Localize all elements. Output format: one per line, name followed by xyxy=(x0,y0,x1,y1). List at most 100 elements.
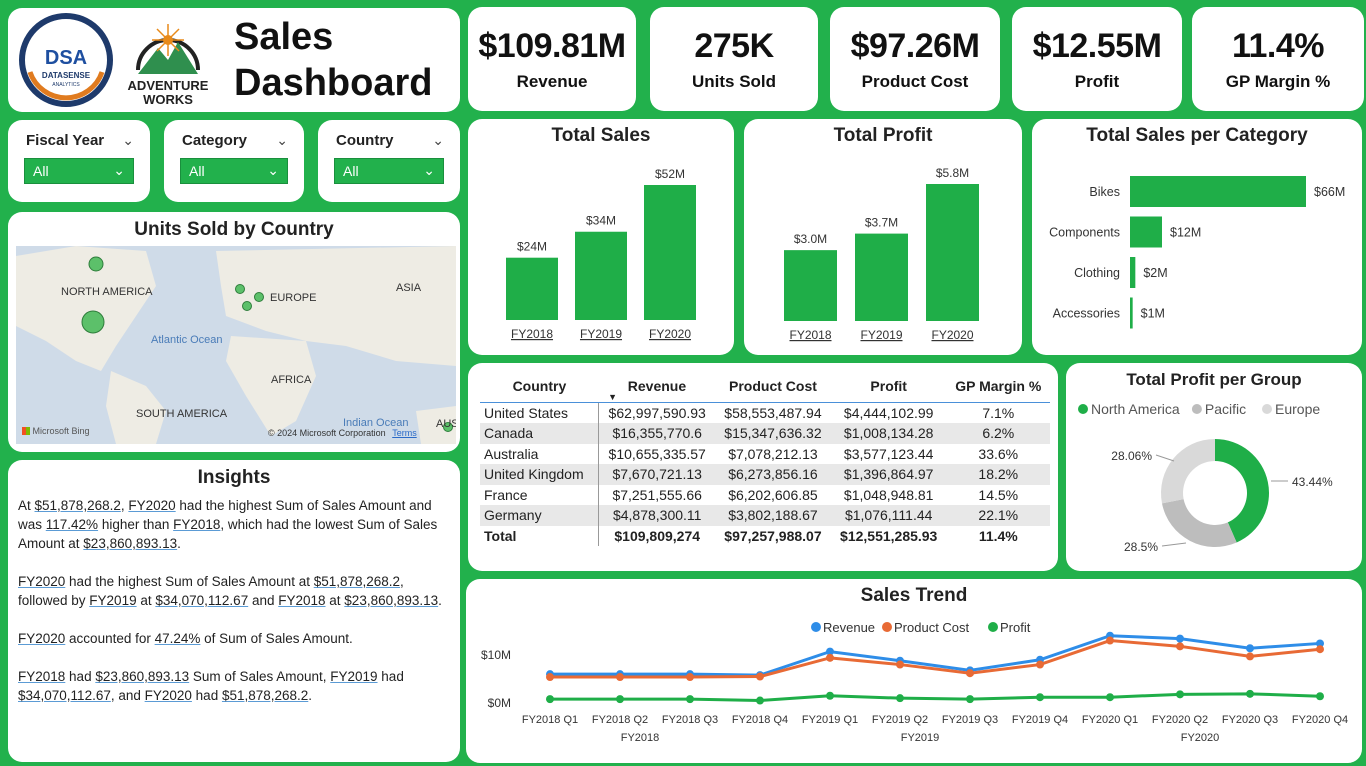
table-cell: 7.1% xyxy=(982,405,1015,421)
map-card: Units Sold by Country NORTH AMERICA EURO… xyxy=(8,212,460,452)
slicer-country: Country ⌄ All ⌄ xyxy=(318,120,460,202)
insight-text: . xyxy=(308,688,313,703)
insight-value: FY2019 xyxy=(89,593,137,608)
legend-marker xyxy=(1078,404,1088,414)
table-cell: $1,396,864.97 xyxy=(830,464,947,485)
table-cell: $4,878,300.11 xyxy=(598,505,716,526)
series-point xyxy=(1176,690,1184,699)
x-tick-label: FY2019 Q3 xyxy=(942,714,998,726)
x-tick-label: FY2018 Q1 xyxy=(522,714,578,726)
column-header[interactable]: GP Margin % xyxy=(946,373,1050,403)
kpi-revenue: $109.81M Revenue xyxy=(468,7,636,111)
series-point xyxy=(756,696,764,705)
map-bubble-germany[interactable] xyxy=(254,292,264,302)
kpi-value: $109.81M xyxy=(478,26,626,65)
map-label-aus: AUS xyxy=(436,418,456,430)
chevron-down-icon[interactable]: ⌄ xyxy=(276,132,288,149)
table-cell: $109,809,274 xyxy=(598,525,716,546)
insight-value: 117.42% xyxy=(45,517,99,532)
table-cell: France xyxy=(484,486,528,503)
profit-per-group-chart: North America Pacific Europe 43.44% 28.5% 28.… xyxy=(1078,401,1333,554)
insight-value: FY2020 xyxy=(144,688,192,703)
data-label: $24M xyxy=(517,240,547,254)
x-tick-label: FY2019 xyxy=(860,328,902,342)
x-tick-label: FY2020 Q4 xyxy=(1292,714,1348,726)
insights-title: Insights xyxy=(197,467,271,488)
leader-line xyxy=(1161,542,1187,547)
series-point xyxy=(896,660,904,669)
table-cell: $6,273,856.16 xyxy=(715,464,831,485)
table-row[interactable]: France $7,251,555.66 $6,202,606.85 $1,04… xyxy=(480,484,1050,505)
insight-value: 47.24% xyxy=(154,631,201,646)
table-cell: $1,076,111.44 xyxy=(830,505,947,526)
profit-per-group-card: Total Profit per Group North America Paci… xyxy=(1066,363,1362,571)
slicer-value: All xyxy=(33,163,49,179)
legend-label: Europe xyxy=(1275,401,1320,417)
bar xyxy=(575,231,627,320)
series-point xyxy=(686,695,694,704)
kpi-label: Units Sold xyxy=(691,71,777,91)
table-cell: Germany xyxy=(480,505,599,526)
logo1-text: DSA xyxy=(45,47,87,69)
sales-per-category-card: Total Sales per Category Bikes $66M Compon… xyxy=(1032,119,1362,355)
slicer-label: Fiscal Year xyxy=(26,132,105,149)
column-header[interactable]: Profit xyxy=(830,373,947,403)
data-label: $1M xyxy=(1141,307,1165,321)
data-label: 28.5% xyxy=(1124,540,1158,554)
fiscal-year-dropdown[interactable]: All ⌄ xyxy=(24,158,134,184)
category-dropdown[interactable]: All ⌄ xyxy=(180,158,288,184)
sales-trend-card: Sales Trend Revenue Product Cost Profit $0M… xyxy=(466,579,1362,763)
insight-value: $23,860,893.13 xyxy=(83,536,178,551)
map-bubble-united-states[interactable] xyxy=(81,310,105,334)
map-label-africa: AFRICA xyxy=(271,374,312,386)
column-header-label: Revenue xyxy=(627,378,687,394)
table-cell: $7,670,721.13 xyxy=(598,464,716,485)
table-cell: 6.2% xyxy=(946,423,1050,444)
logo2-line2: WORKS xyxy=(143,92,193,107)
map-bubble-canada[interactable] xyxy=(88,256,104,272)
series-line xyxy=(550,692,1321,703)
column-header[interactable]: Revenue ▼ xyxy=(598,373,716,403)
slicer-value: All xyxy=(343,163,359,179)
table-row[interactable]: Canada $16,355,770.6 $15,347,636.32 $1,0… xyxy=(480,423,1050,444)
country-dropdown[interactable]: All ⌄ xyxy=(334,158,444,184)
kpi-label: Profit xyxy=(1074,71,1120,91)
legend-marker xyxy=(811,622,821,632)
column-header[interactable]: Country xyxy=(480,373,599,403)
terms-link[interactable]: Terms xyxy=(392,428,417,438)
chevron-down-icon[interactable]: ⌄ xyxy=(432,132,444,149)
category-label: Clothing xyxy=(1074,266,1120,280)
series-point xyxy=(966,695,974,704)
table-cell: $58,553,487.94 xyxy=(724,405,822,421)
sales-trend-chart: Revenue Product Cost Profit $0M $10M FY2018 Q… xyxy=(481,620,1348,744)
map-bubble-france[interactable] xyxy=(242,301,252,311)
logo1-sub: DATASENSE xyxy=(42,71,91,80)
title-line2: Dashboard xyxy=(234,62,433,104)
data-label: $2M xyxy=(1143,266,1167,280)
legend-label: Revenue xyxy=(823,620,875,635)
insight-text: had xyxy=(377,669,404,684)
table-row[interactable]: United Kingdom $7,670,721.13 $6,273,856.… xyxy=(480,464,1050,485)
table-row[interactable]: Australia $10,655,335.57 $7,078,212.13 $… xyxy=(480,443,1050,464)
map-bubble-united-kingdom[interactable] xyxy=(235,284,245,294)
series-point xyxy=(686,673,694,682)
series-point xyxy=(756,672,764,681)
insight-paragraph: At $51,878,268.2, FY2020 had the highest… xyxy=(18,496,450,553)
chevron-down-icon: ⌄ xyxy=(423,162,435,178)
table-cell: $3,577,123.44 xyxy=(843,445,934,462)
bar xyxy=(506,257,558,320)
table-cell: 14.5% xyxy=(978,486,1019,503)
table-row[interactable]: United States $62,997,590.93 $58,553,487… xyxy=(480,402,1050,423)
table-cell: 18.2% xyxy=(946,464,1050,485)
country-table: Country Revenue ▼ Product Cost Profit GP … xyxy=(480,373,1050,546)
table-cell: Canada xyxy=(480,423,599,444)
chevron-down-icon[interactable]: ⌄ xyxy=(122,132,134,149)
slicer-label: Country xyxy=(336,132,394,149)
x-tick-label: FY2019 xyxy=(580,327,622,341)
insight-value: $23,860,893.13 xyxy=(95,669,190,684)
bar xyxy=(1130,176,1306,207)
map-canvas[interactable]: NORTH AMERICA EUROPE ASIA AFRICA SOUTH A… xyxy=(16,246,456,444)
insight-value: FY2020 xyxy=(18,574,66,589)
table-row[interactable]: Germany $4,878,300.11 $3,802,188.67 $1,0… xyxy=(480,505,1050,526)
column-header[interactable]: Product Cost xyxy=(715,373,831,403)
